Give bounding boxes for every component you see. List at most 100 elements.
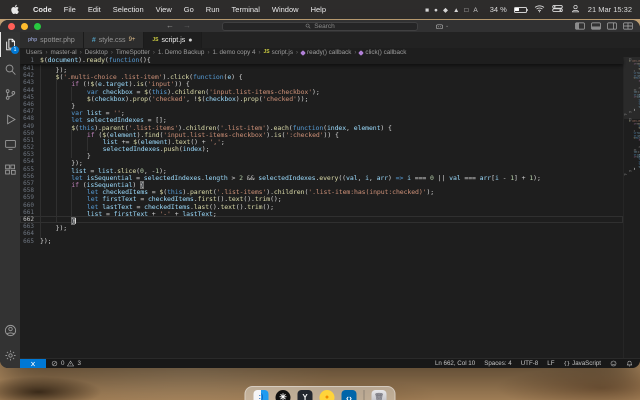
- menu-view[interactable]: View: [150, 5, 178, 14]
- breadcrumb-item[interactable]: TimeSpotter: [116, 49, 150, 56]
- tab-spotter-php[interactable]: php spotter.php: [20, 32, 84, 48]
- breadcrumb-item[interactable]: Users: [26, 49, 42, 56]
- code-line-660[interactable]: 660 let lastText = checkedItems.last().te…: [20, 201, 623, 210]
- toggle-secondary-sidebar-icon[interactable]: [607, 22, 617, 30]
- status-icon-6-icon[interactable]: A: [473, 7, 477, 14]
- line-number[interactable]: 654: [20, 158, 40, 165]
- notifications-bell-icon[interactable]: [626, 360, 633, 367]
- menu-code[interactable]: Code: [27, 5, 58, 14]
- line-number[interactable]: 642: [20, 72, 40, 79]
- problems-indicator[interactable]: 0 3: [51, 360, 81, 367]
- dock-chatgpt-icon[interactable]: ✳: [275, 390, 291, 400]
- dock-trash-icon[interactable]: 🗑: [371, 390, 387, 400]
- code-editor[interactable]: 641}); 642 $('.multi-choice .list-item').c…: [20, 57, 640, 358]
- zoom-window-button[interactable]: [34, 22, 41, 30]
- line-number[interactable]: 663: [20, 223, 40, 230]
- wifi-icon[interactable]: [534, 4, 545, 15]
- menu-edit[interactable]: Edit: [82, 5, 107, 14]
- line-number[interactable]: 664: [20, 230, 40, 237]
- line-number[interactable]: 662: [20, 216, 40, 223]
- code-line-644[interactable]: 644 var checkbox = $(this).children('inpu…: [20, 86, 623, 95]
- line-number[interactable]: 1: [20, 57, 40, 64]
- minimize-window-button[interactable]: [21, 22, 28, 30]
- menu-file[interactable]: File: [58, 5, 82, 14]
- line-number[interactable]: 644: [20, 87, 40, 94]
- remote-indicator[interactable]: [20, 359, 46, 368]
- dock-vscode-icon[interactable]: ‹›: [341, 390, 357, 400]
- toggle-sidebar-icon[interactable]: [575, 22, 585, 30]
- line-number[interactable]: 658: [20, 187, 40, 194]
- status-icon-2-icon[interactable]: ●: [434, 7, 438, 14]
- command-center-search[interactable]: Search: [222, 21, 418, 31]
- code-line-648[interactable]: 648 let selectedIndexes = [];: [20, 115, 623, 124]
- activitybar-run-debug-icon[interactable]: [0, 107, 20, 132]
- control-center-icon[interactable]: [552, 4, 563, 15]
- unsaved-dot-icon[interactable]: ●: [188, 37, 192, 44]
- line-number[interactable]: 659: [20, 194, 40, 201]
- line-number[interactable]: 646: [20, 101, 40, 108]
- dock-finder-icon[interactable]: :): [253, 390, 269, 400]
- activitybar-settings-icon[interactable]: [0, 343, 20, 368]
- breadcrumb-item[interactable]: click() callback: [358, 49, 406, 56]
- breadcrumb-item[interactable]: ready() callback: [300, 49, 351, 56]
- line-number[interactable]: 645: [20, 94, 40, 101]
- breadcrumb-item[interactable]: 1. demo copy 4: [212, 49, 255, 56]
- menu-terminal[interactable]: Terminal: [226, 5, 266, 14]
- menu-help[interactable]: Help: [305, 5, 332, 14]
- line-number[interactable]: 648: [20, 115, 40, 122]
- status-icon-5-icon[interactable]: □: [464, 7, 468, 14]
- dock-browser-y-icon[interactable]: Y: [297, 390, 313, 400]
- line-number[interactable]: 643: [20, 79, 40, 86]
- code-line-642[interactable]: 642 $('.multi-choice .list-item').click(f…: [20, 72, 623, 81]
- code-line-664[interactable]: 664: [20, 230, 623, 238]
- line-number[interactable]: 651: [20, 137, 40, 144]
- line-number[interactable]: 650: [20, 130, 40, 137]
- code-area[interactable]: 641}); 642 $('.multi-choice .list-item').c…: [20, 65, 623, 358]
- code-line-643[interactable]: 643 if (!$(e.target).is('input')) {: [20, 79, 623, 88]
- line-number[interactable]: 653: [20, 151, 40, 158]
- line-number[interactable]: 661: [20, 209, 40, 216]
- statusbar-language[interactable]: {} JavaScript: [563, 360, 601, 367]
- breadcrumb-item[interactable]: Desktop: [85, 49, 108, 56]
- activitybar-explorer-icon[interactable]: 1: [0, 32, 20, 57]
- breadcrumb-item[interactable]: master-al: [50, 49, 76, 56]
- code-line-654[interactable]: 654});: [20, 158, 623, 167]
- code-line-661[interactable]: 661 list = firstText + '-' + lastText;: [20, 208, 623, 218]
- navigate-back-icon[interactable]: ←: [166, 22, 174, 30]
- activitybar-search-icon[interactable]: [0, 57, 20, 82]
- code-line-647[interactable]: 647 var list = '';: [20, 108, 623, 117]
- status-icon-3-icon[interactable]: ◆: [443, 7, 448, 14]
- statusbar-encoding[interactable]: UTF-8: [521, 360, 539, 367]
- line-number[interactable]: 655: [20, 166, 40, 173]
- code-line-641[interactable]: 641});: [20, 65, 623, 74]
- status-icon-1-icon[interactable]: ■: [425, 7, 429, 14]
- menu-selection[interactable]: Selection: [107, 5, 150, 14]
- line-number[interactable]: 665: [20, 238, 40, 245]
- copilot-menu[interactable]: ⌄: [435, 22, 449, 31]
- minimap[interactable]: });$('.multi-choice .list-item').click(f…: [623, 57, 640, 358]
- statusbar-eol[interactable]: LF: [547, 360, 554, 367]
- line-number[interactable]: 641: [20, 65, 40, 72]
- feedback-smiley-icon[interactable]: [610, 360, 617, 367]
- code-line-658[interactable]: 658 let checkedItems = $(this).parent('.l…: [20, 187, 623, 196]
- tab-style-css[interactable]: # style.css 9+: [83, 32, 145, 48]
- toggle-panel-icon[interactable]: [591, 22, 601, 30]
- menubar-clock[interactable]: 21 Mar 15:32: [588, 5, 632, 14]
- line-number[interactable]: 647: [20, 108, 40, 115]
- code-line-652[interactable]: 652 selectedIndexes.push(index);: [20, 144, 623, 153]
- activitybar-source-control-icon[interactable]: [0, 82, 20, 107]
- line-number[interactable]: 657: [20, 180, 40, 187]
- breadcrumb-item[interactable]: 1. Demo Backup: [158, 49, 205, 56]
- code-line-1[interactable]: 1 $(document).ready(function(){: [20, 57, 623, 64]
- line-number[interactable]: 656: [20, 173, 40, 180]
- minimap-slider[interactable]: [624, 57, 640, 119]
- activitybar-account-icon[interactable]: [0, 318, 20, 343]
- breadcrumb[interactable]: Users › master-al › Desktop › TimeSpotter › 1. D…: [20, 48, 640, 57]
- status-icon-4-icon[interactable]: ▲: [453, 7, 459, 14]
- statusbar-cursor-position[interactable]: Ln 662, Col 10: [435, 360, 475, 367]
- menu-go[interactable]: Go: [178, 5, 200, 14]
- code-line-663[interactable]: 663});: [20, 223, 623, 232]
- code-line-665[interactable]: });: [624, 174, 640, 176]
- window-titlebar[interactable]: ← → Search ⌄: [0, 20, 640, 32]
- menu-window[interactable]: Window: [266, 5, 305, 14]
